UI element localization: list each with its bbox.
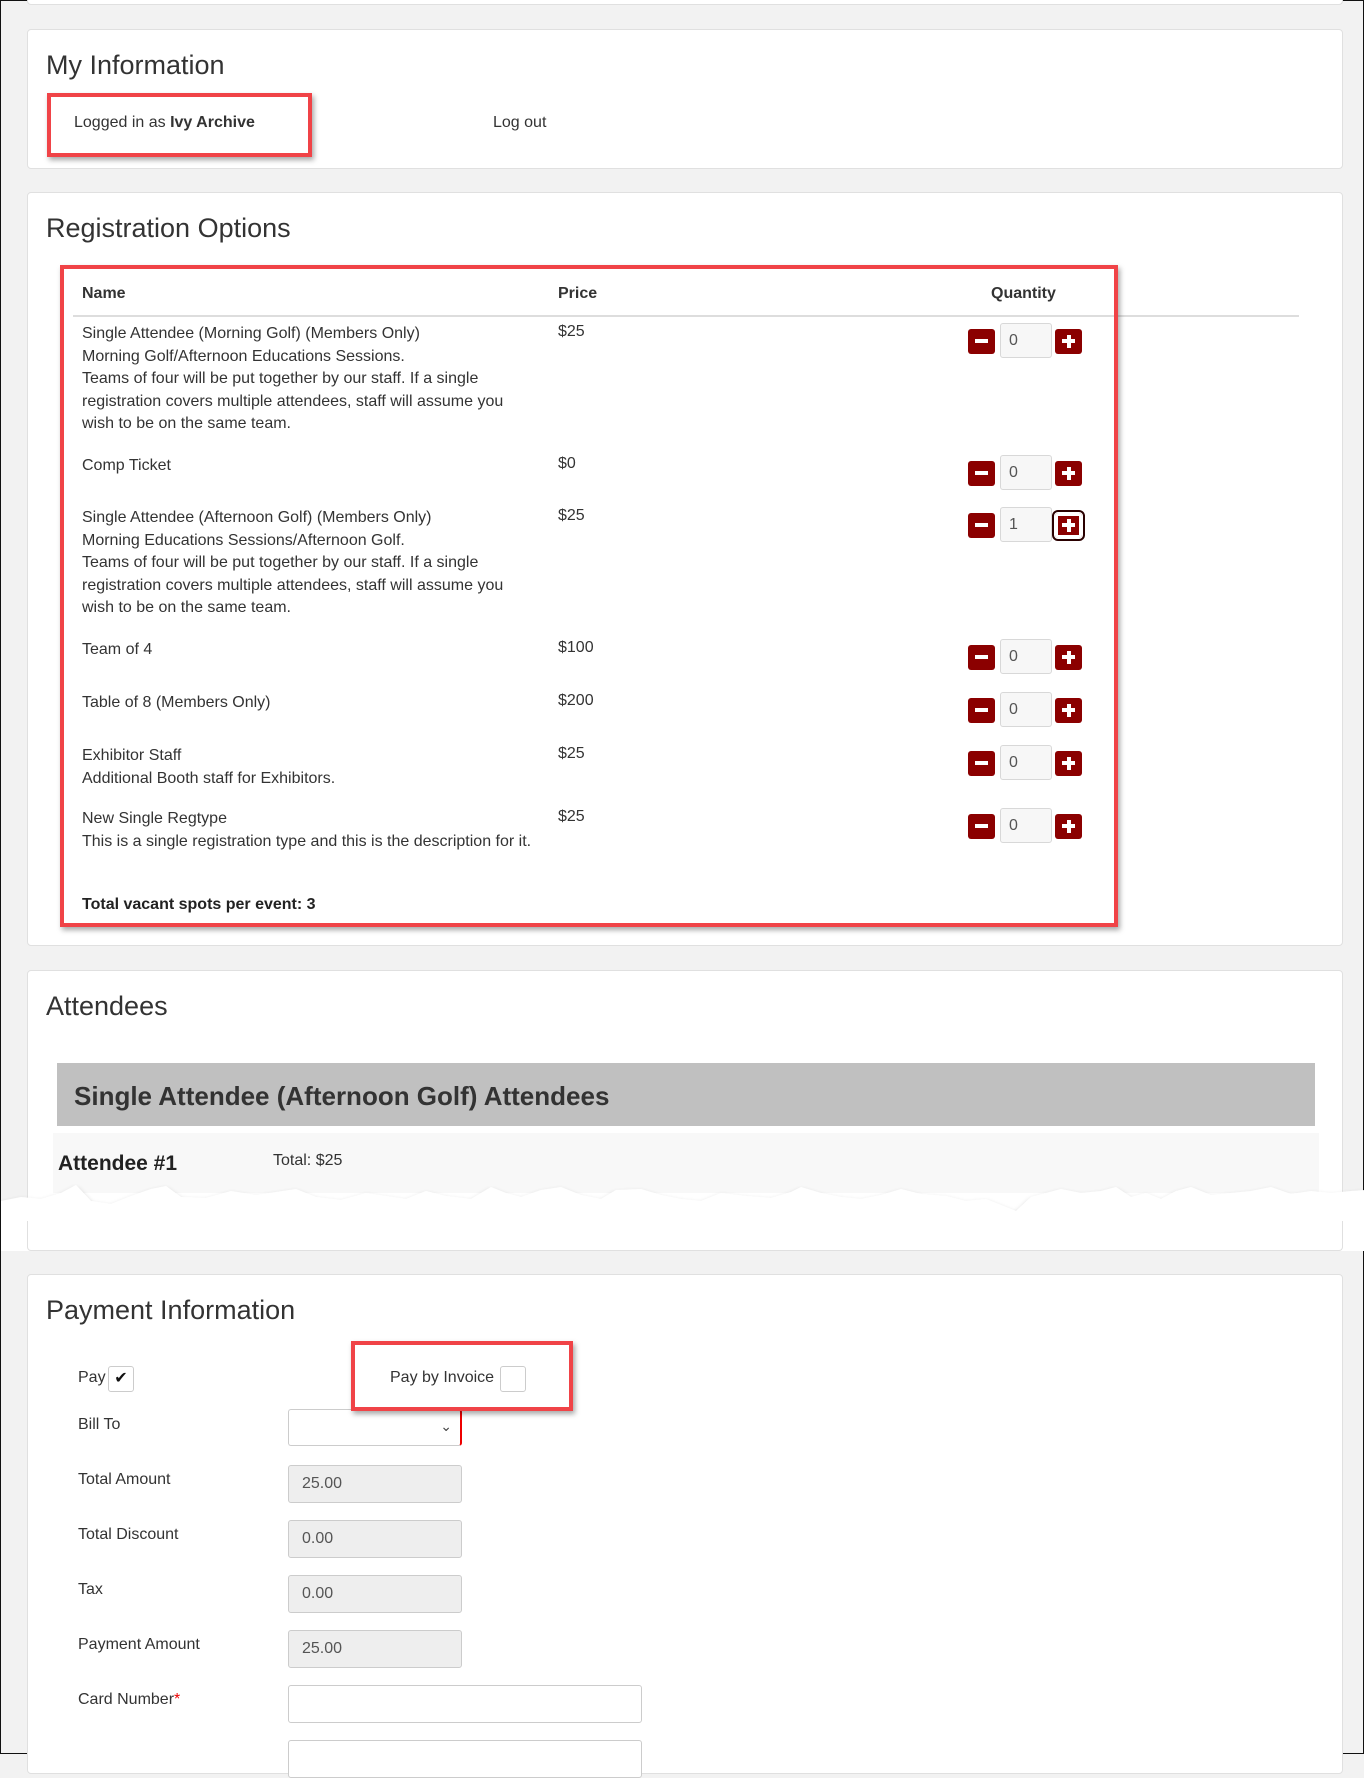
card-number-label-text: Card Number bbox=[78, 1691, 175, 1708]
my-information-title: My Information bbox=[46, 50, 225, 80]
pay-label: Pay bbox=[78, 1369, 106, 1386]
payment-information-panel: Payment Information Pay ✔ Pay by Invoice… bbox=[27, 1274, 1343, 1778]
card-number-label: Card Number* bbox=[78, 1691, 180, 1709]
card-number-input[interactable] bbox=[288, 1685, 642, 1723]
attendees-panel-bottom bbox=[27, 1221, 1343, 1251]
total-amount-label: Total Amount bbox=[78, 1471, 171, 1488]
next-payment-field[interactable] bbox=[288, 1740, 642, 1778]
tax-field bbox=[288, 1575, 462, 1613]
bill-to-label: Bill To bbox=[78, 1416, 121, 1433]
total-discount-label: Total Discount bbox=[78, 1526, 179, 1543]
tax-label: Tax bbox=[78, 1581, 103, 1598]
highlight-box-registration bbox=[60, 265, 1118, 927]
payment-information-title: Payment Information bbox=[46, 1295, 296, 1325]
highlight-box-logged-in bbox=[47, 93, 312, 157]
payment-amount-label: Payment Amount bbox=[78, 1636, 200, 1653]
payment-amount-field bbox=[288, 1630, 462, 1668]
attendee-group-heading: Single Attendee (Afternoon Golf) Attende… bbox=[74, 1081, 610, 1111]
bill-to-select[interactable]: ⌄ bbox=[288, 1409, 462, 1446]
total-amount-field bbox=[288, 1465, 462, 1503]
highlight-box-pay-by-invoice bbox=[351, 1341, 573, 1411]
pay-checkbox[interactable]: ✔ bbox=[108, 1366, 134, 1392]
chevron-down-icon: ⌄ bbox=[440, 1418, 452, 1434]
attendee-group-header: Single Attendee (Afternoon Golf) Attende… bbox=[57, 1063, 1315, 1126]
required-mark: * bbox=[174, 1691, 181, 1708]
attendees-title: Attendees bbox=[46, 991, 168, 1021]
total-discount-field bbox=[288, 1520, 462, 1558]
logout-link[interactable]: Log out bbox=[493, 114, 546, 132]
previous-panel-edge bbox=[27, 0, 1343, 5]
attendee-total: Total: $25 bbox=[273, 1152, 343, 1169]
